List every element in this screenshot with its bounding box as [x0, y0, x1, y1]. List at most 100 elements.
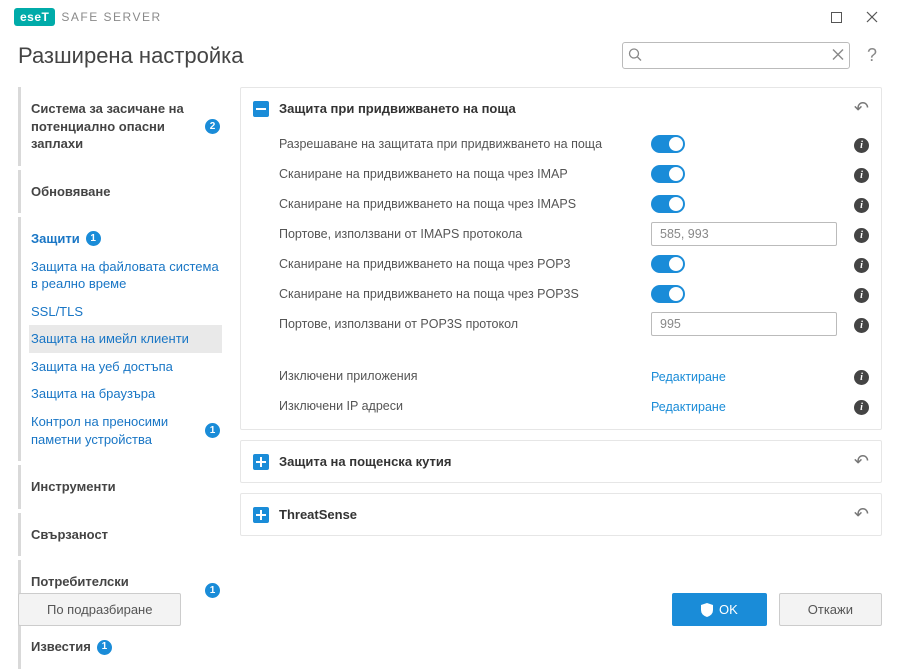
- plus-icon: [256, 457, 266, 467]
- expand-button[interactable]: [253, 507, 269, 523]
- sidebar-item-tools[interactable]: Инструменти: [29, 473, 222, 501]
- info-button[interactable]: i: [837, 136, 869, 153]
- info-icon: i: [854, 138, 869, 153]
- toggle[interactable]: [651, 165, 685, 183]
- search-wrap: [622, 42, 850, 69]
- close-icon: [866, 11, 878, 23]
- sidebar-label: Защита на уеб достъпа: [31, 358, 173, 376]
- collapse-button[interactable]: [253, 101, 269, 117]
- close-button[interactable]: [858, 5, 886, 29]
- info-icon: i: [854, 318, 869, 333]
- sidebar-label: SSL/TLS: [31, 303, 83, 321]
- maximize-button[interactable]: [822, 5, 850, 29]
- info-button[interactable]: i: [837, 316, 869, 333]
- row-scan-imaps: Сканиране на придвижването на поща чрез …: [279, 189, 869, 219]
- toggle[interactable]: [651, 285, 685, 303]
- sidebar-item-connectivity[interactable]: Свързаност: [29, 521, 222, 549]
- clear-search-button[interactable]: [832, 48, 844, 63]
- sidebar-label: Обновяване: [31, 183, 110, 201]
- info-button[interactable]: i: [837, 196, 869, 213]
- body: Система за засичане на потенциално опасн…: [0, 87, 900, 579]
- logo-text: SAFE SERVER: [61, 10, 161, 24]
- toggle[interactable]: [651, 255, 685, 273]
- sidebar-item-web-access[interactable]: Защита на уеб достъпа: [29, 353, 222, 381]
- info-button[interactable]: i: [837, 226, 869, 243]
- default-button[interactable]: По подразбиране: [18, 593, 181, 626]
- panel-body: Разрешаване на защитата при придвижванет…: [241, 129, 881, 429]
- x-icon: [832, 48, 844, 60]
- badge: 1: [97, 640, 112, 655]
- titlebar: eseT SAFE SERVER: [0, 0, 900, 34]
- plus-icon: [256, 510, 266, 520]
- badge: 1: [205, 423, 220, 438]
- panel-threatsense: ThreatSense ↶: [240, 493, 882, 536]
- info-button[interactable]: i: [837, 166, 869, 183]
- search-icon: [628, 47, 642, 64]
- info-button[interactable]: i: [837, 256, 869, 273]
- sidebar-item-removable-media[interactable]: Контрол на преносими паметни устройства …: [29, 408, 222, 453]
- sidebar-group-detection: Система за засичане на потенциално опасн…: [18, 87, 222, 166]
- row-label: Изключени приложения: [279, 369, 651, 383]
- ok-label: OK: [719, 602, 738, 617]
- toggle[interactable]: [651, 135, 685, 153]
- row-label: Разрешаване на защитата при придвижванет…: [279, 137, 651, 151]
- sidebar-item-detection[interactable]: Система за засичане на потенциално опасн…: [29, 95, 222, 158]
- sidebar-item-ssltls[interactable]: SSL/TLS: [29, 298, 222, 326]
- edit-link[interactable]: Редактиране: [651, 400, 726, 414]
- sidebar-item-browser[interactable]: Защита на браузъра: [29, 380, 222, 408]
- info-button[interactable]: i: [837, 286, 869, 303]
- row-label: Сканиране на придвижването на поща чрез …: [279, 287, 651, 301]
- sidebar-group-connectivity: Свързаност: [18, 513, 222, 557]
- row-scan-pop3s: Сканиране на придвижването на поща чрез …: [279, 279, 869, 309]
- sidebar-item-notifications[interactable]: Известия 1: [29, 633, 222, 661]
- sidebar-item-protections[interactable]: Защити 1: [29, 225, 222, 253]
- row-label: Портове, използвани от IMAPS протокола: [279, 227, 651, 241]
- panel-mail-transport: Защита при придвижването на поща ↶ Разре…: [240, 87, 882, 430]
- ports-input[interactable]: [651, 222, 837, 246]
- square-icon: [831, 12, 842, 23]
- sidebar-item-email-clients[interactable]: Защита на имейл клиенти: [29, 325, 222, 353]
- edit-link[interactable]: Редактиране: [651, 370, 726, 384]
- revert-button[interactable]: ↶: [854, 504, 869, 525]
- info-button[interactable]: i: [837, 398, 869, 415]
- sidebar-group-tools: Инструменти: [18, 465, 222, 509]
- panel-mailbox-protection: Защита на пощенска кутия ↶: [240, 440, 882, 483]
- info-icon: i: [854, 258, 869, 273]
- row-label: Изключени IP адреси: [279, 399, 651, 413]
- info-icon: i: [854, 198, 869, 213]
- sidebar-item-update[interactable]: Обновяване: [29, 178, 222, 206]
- sidebar-label: Инструменти: [31, 478, 116, 496]
- search-input[interactable]: [622, 42, 850, 69]
- cancel-button[interactable]: Откажи: [779, 593, 882, 626]
- sidebar-label: Свързаност: [31, 526, 108, 544]
- panel-header[interactable]: Защита на пощенска кутия ↶: [241, 441, 881, 482]
- main: Защита при придвижването на поща ↶ Разре…: [240, 87, 882, 579]
- sidebar-item-realtime-fs[interactable]: Защита на файловата система в реално вре…: [29, 253, 222, 298]
- badge: 2: [205, 119, 220, 134]
- row-enable-transport-protection: Разрешаване на защитата при придвижванет…: [279, 129, 869, 159]
- sidebar-label: Защита на браузъра: [31, 385, 155, 403]
- expand-button[interactable]: [253, 454, 269, 470]
- panel-title: Защита при придвижването на поща: [279, 101, 844, 116]
- ok-button[interactable]: OK: [672, 593, 767, 626]
- info-icon: i: [854, 228, 869, 243]
- info-button[interactable]: i: [837, 368, 869, 385]
- panel-header[interactable]: Защита при придвижването на поща ↶: [241, 88, 881, 129]
- info-icon: i: [854, 400, 869, 415]
- help-button[interactable]: ?: [862, 45, 882, 66]
- sidebar-label: Система за засичане на потенциално опасн…: [31, 100, 199, 153]
- panel-title: ThreatSense: [279, 507, 844, 522]
- panel-header[interactable]: ThreatSense ↶: [241, 494, 881, 535]
- badge: 1: [205, 583, 220, 598]
- logo-mark: eseT: [14, 8, 55, 26]
- page-title: Разширена настройка: [18, 43, 610, 69]
- row-label: Сканиране на придвижването на поща чрез …: [279, 167, 651, 181]
- sidebar-label: Защита на имейл клиенти: [31, 330, 189, 348]
- revert-button[interactable]: ↶: [854, 451, 869, 472]
- revert-button[interactable]: ↶: [854, 98, 869, 119]
- sidebar-group-protections: Защити 1 Защита на файловата система в р…: [18, 217, 222, 461]
- ports-input[interactable]: [651, 312, 837, 336]
- sidebar-group-notifications: Известия 1: [18, 625, 222, 669]
- toggle[interactable]: [651, 195, 685, 213]
- sidebar-label: Защити: [31, 230, 80, 248]
